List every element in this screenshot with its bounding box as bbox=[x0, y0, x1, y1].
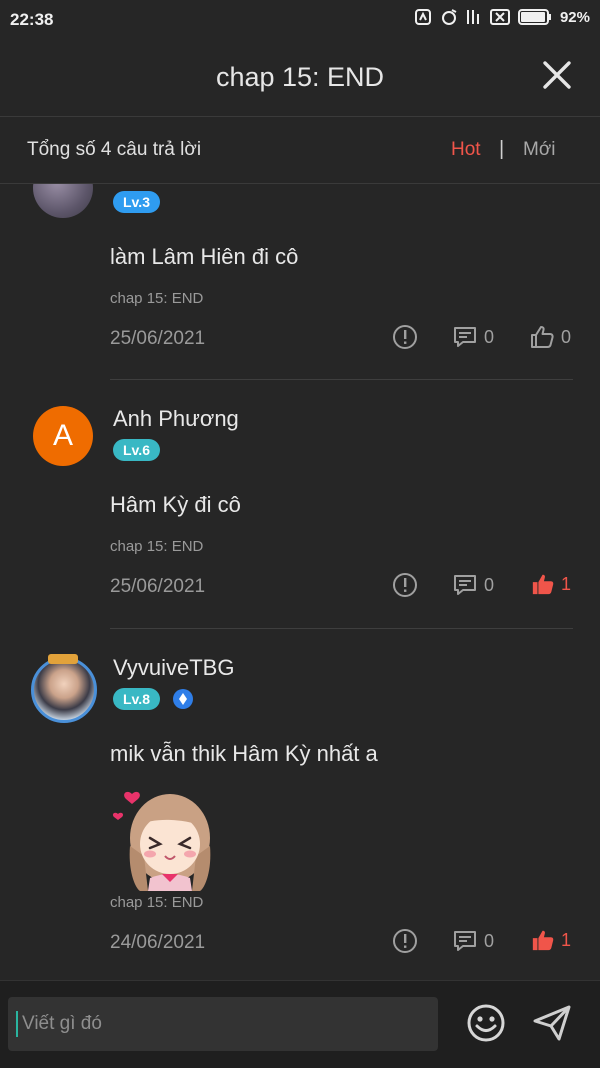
reply-count: 0 bbox=[484, 930, 495, 951]
like-count: 1 bbox=[561, 573, 572, 594]
comment-item: VyvuiveTBG Lv.8 mik vẫn thik Hâm Kỳ nhất… bbox=[0, 629, 600, 979]
username[interactable]: Anh Phương bbox=[113, 406, 239, 432]
like-button[interactable]: 1 bbox=[531, 572, 571, 596]
sort-hot-tab[interactable]: Hot bbox=[451, 139, 481, 161]
level-badge: Lv.6 bbox=[113, 439, 160, 461]
reply-button[interactable]: 0 bbox=[452, 572, 494, 598]
page-title: chap 15: END bbox=[215, 62, 385, 92]
text-caret bbox=[16, 1011, 18, 1037]
chapter-label: chap 15: END bbox=[110, 290, 204, 307]
battery-level: 92% bbox=[559, 8, 590, 26]
like-button[interactable]: 1 bbox=[531, 928, 571, 952]
report-button[interactable] bbox=[392, 572, 418, 598]
reply-button[interactable]: 0 bbox=[452, 324, 494, 350]
status-icons: 92% bbox=[414, 8, 590, 26]
send-icon[interactable] bbox=[533, 1005, 571, 1041]
header: chap 15: END bbox=[0, 40, 600, 117]
username[interactable]: VyvuiveTBG bbox=[113, 655, 234, 681]
avatar[interactable] bbox=[33, 184, 93, 218]
sort-new-tab[interactable]: Mới bbox=[523, 139, 556, 161]
sort-bar: Tổng số 4 câu trả lời Hot | Mới bbox=[0, 117, 600, 184]
comment-date: 25/06/2021 bbox=[110, 328, 206, 349]
comment-icon bbox=[454, 931, 476, 951]
report-button[interactable] bbox=[392, 928, 418, 954]
battery-icon bbox=[517, 9, 551, 25]
chapter-label: chap 15: END bbox=[110, 894, 204, 911]
comment-list[interactable]: Lv.3 làm Lâm Hiên đi cô chap 15: END 25/… bbox=[0, 184, 600, 979]
comment-date: 24/06/2021 bbox=[110, 932, 206, 953]
comment-text: mik vẫn thik Hâm Kỳ nhất a bbox=[110, 741, 378, 766]
thumbs-up-filled-icon bbox=[532, 574, 554, 595]
chapter-label: chap 15: END bbox=[110, 538, 204, 555]
comment-icon bbox=[454, 327, 476, 347]
sim-icon bbox=[414, 9, 431, 25]
close-icon[interactable] bbox=[542, 60, 572, 90]
comment-text: Hâm Kỳ đi cô bbox=[110, 492, 241, 517]
comment-item: A Anh Phương Lv.6 Hâm Kỳ đi cô chap 15: … bbox=[0, 380, 600, 629]
comment-input[interactable] bbox=[8, 997, 438, 1051]
no-sim-icon bbox=[489, 9, 510, 25]
comment-icon bbox=[454, 575, 476, 595]
comment-date: 25/06/2021 bbox=[110, 576, 206, 597]
alarm-icon bbox=[441, 9, 457, 25]
like-button[interactable]: 0 bbox=[529, 324, 571, 350]
status-time: 22:38 bbox=[10, 10, 54, 29]
vip-badge-icon bbox=[173, 689, 193, 709]
status-bar: 22:38 92% bbox=[0, 0, 600, 40]
avatar-frame-crown bbox=[48, 654, 78, 664]
level-badge: Lv.8 bbox=[113, 688, 160, 710]
comment-text: làm Lâm Hiên đi cô bbox=[110, 244, 299, 269]
report-button[interactable] bbox=[392, 324, 418, 350]
comment-composer bbox=[0, 980, 600, 1068]
answer-count: Tổng số 4 câu trả lời bbox=[27, 139, 202, 160]
reply-count: 0 bbox=[484, 326, 495, 347]
reply-count: 0 bbox=[484, 574, 495, 595]
sticker-image bbox=[112, 791, 211, 891]
report-icon bbox=[393, 325, 417, 349]
reply-button[interactable]: 0 bbox=[452, 928, 494, 954]
report-icon bbox=[393, 573, 417, 597]
like-count: 0 bbox=[561, 326, 572, 347]
avatar[interactable]: A bbox=[33, 406, 93, 466]
report-icon bbox=[393, 929, 417, 953]
like-count: 1 bbox=[561, 929, 572, 950]
comment-item: Lv.3 làm Lâm Hiên đi cô chap 15: END 25/… bbox=[0, 184, 600, 380]
signal-icon bbox=[466, 10, 479, 24]
emoji-icon[interactable] bbox=[466, 1003, 506, 1043]
avatar[interactable] bbox=[31, 654, 97, 723]
thumbs-up-icon bbox=[531, 326, 554, 348]
level-badge: Lv.3 bbox=[113, 191, 160, 213]
thumbs-up-filled-icon bbox=[532, 930, 554, 951]
sort-separator: | bbox=[499, 138, 505, 160]
